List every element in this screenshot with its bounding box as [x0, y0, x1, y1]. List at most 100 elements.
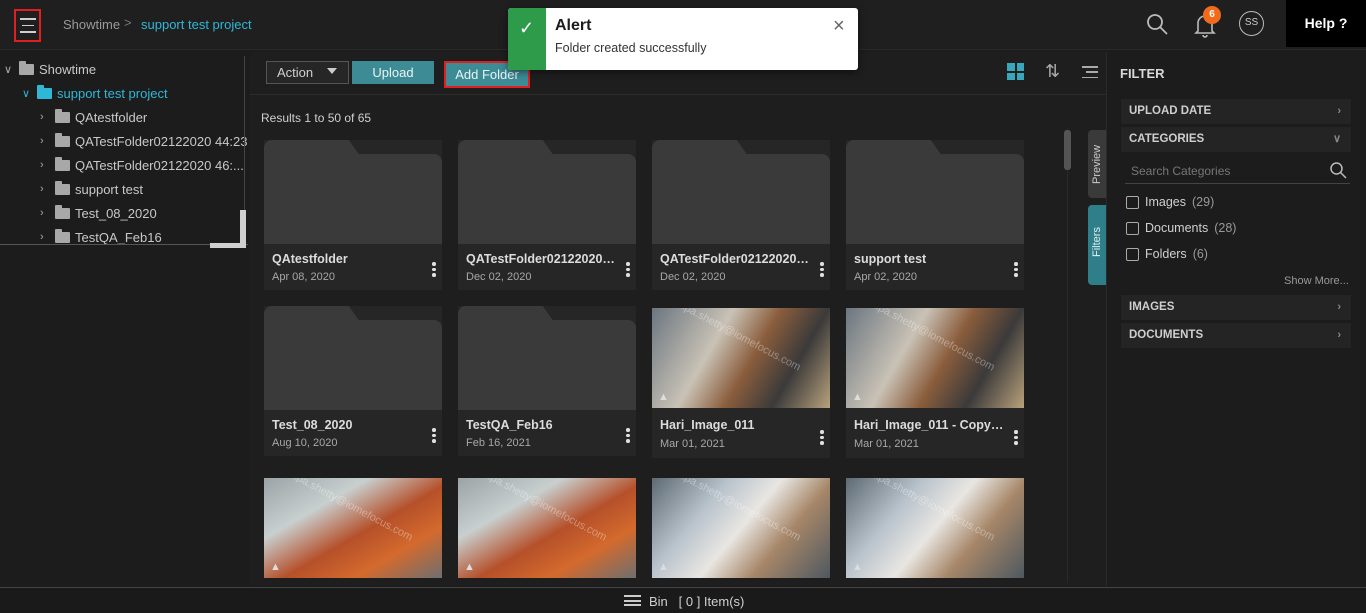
- tree-item[interactable]: › QAtestfolder: [40, 107, 147, 127]
- folder-card[interactable]: TestQA_Feb16 Feb 16, 2021: [458, 306, 636, 456]
- sort-icon[interactable]: ⇅: [1045, 61, 1060, 82]
- avatar[interactable]: SS: [1239, 11, 1264, 36]
- facet-categories[interactable]: CATEGORIES ∨: [1121, 127, 1351, 152]
- bin-label[interactable]: Bin [ 0 ] Item(s): [649, 594, 744, 609]
- main-scrollbar[interactable]: [1064, 130, 1071, 170]
- tree-scrollbar-horizontal[interactable]: [210, 243, 246, 248]
- chevron-right-icon: ›: [1337, 105, 1341, 117]
- watermark-text: shilpa.shetty@iomefocus.com: [667, 478, 803, 544]
- upload-button[interactable]: Upload: [352, 61, 434, 84]
- checkmark-icon: ✓: [519, 18, 535, 38]
- tree-root-label: Showtime: [39, 61, 97, 77]
- tab-preview[interactable]: Preview: [1088, 130, 1106, 198]
- tree-item[interactable]: › QATestFolder02122020 46:...: [40, 155, 244, 175]
- image-thumbnail: shilpa.shetty@iomefocus.com ▲: [652, 478, 830, 578]
- checkbox[interactable]: [1126, 221, 1139, 235]
- folder-thumbnail-icon: [458, 306, 636, 410]
- option-label: Folders: [1145, 247, 1187, 261]
- folder-card[interactable]: support test Apr 02, 2020: [846, 140, 1024, 290]
- caret-down-icon[interactable]: [327, 68, 337, 74]
- folder-card[interactable]: Test_08_2020 Aug 10, 2020: [264, 306, 442, 456]
- image-thumbnail: shilpa.shetty@iomefocus.com ▲: [458, 478, 636, 578]
- image-card[interactable]: shilpa.shetty@iomefocus.com ▲ Hari_Image…: [846, 308, 1024, 458]
- list-view-icon[interactable]: [1082, 66, 1098, 78]
- show-more-link[interactable]: Show More...: [1284, 275, 1349, 287]
- option-count: (6): [1192, 247, 1208, 261]
- menu-icon[interactable]: [624, 595, 641, 606]
- image-type-icon: ▲: [658, 391, 669, 403]
- card-date: Dec 02, 2020: [660, 271, 726, 283]
- tree-item-label: Test_08_2020: [75, 205, 157, 221]
- checkbox[interactable]: [1126, 195, 1139, 209]
- card-name: QATestFolder02122020 ...: [660, 252, 810, 266]
- chevron-right-icon[interactable]: ›: [40, 159, 50, 171]
- chevron-right-icon[interactable]: ›: [40, 111, 50, 123]
- checkbox[interactable]: [1126, 247, 1139, 261]
- chevron-right-icon[interactable]: ›: [40, 207, 50, 219]
- tree-item[interactable]: › Test_08_2020: [40, 203, 157, 223]
- search-icon[interactable]: [1145, 12, 1169, 36]
- tree-item-support-test-project[interactable]: ∨ support test project: [22, 83, 168, 103]
- watermark-text: shilpa.shetty@iomefocus.com: [667, 308, 803, 374]
- more-options-icon[interactable]: [432, 262, 436, 277]
- alert-toast: ✓ Alert Folder created successfully ×: [508, 8, 858, 70]
- more-options-icon[interactable]: [626, 428, 630, 443]
- image-card[interactable]: shilpa.shetty@iomefocus.com ▲ Hari_Image…: [652, 308, 830, 458]
- more-options-icon[interactable]: [820, 430, 824, 445]
- card-name: Hari_Image_011: [660, 418, 755, 432]
- facet-documents[interactable]: DOCUMENTS ›: [1121, 323, 1351, 348]
- tab-preview-label: Preview: [1091, 144, 1103, 184]
- option-count: (29): [1192, 195, 1215, 209]
- category-option-images[interactable]: Images (29): [1126, 194, 1214, 210]
- tree-item[interactable]: › QATestFolder02122020 44:23: [40, 131, 248, 151]
- folder-icon: [55, 108, 70, 123]
- image-card[interactable]: shilpa.shetty@iomefocus.com ▲: [652, 478, 830, 578]
- more-options-icon[interactable]: [1014, 262, 1018, 277]
- more-options-icon[interactable]: [820, 262, 824, 277]
- more-options-icon[interactable]: [626, 262, 630, 277]
- category-search-input[interactable]: [1125, 160, 1320, 182]
- hamburger-menu-icon[interactable]: [14, 9, 41, 42]
- image-type-icon: ▲: [852, 391, 863, 403]
- facet-upload-date[interactable]: UPLOAD DATE ›: [1121, 99, 1351, 124]
- chevron-right-icon[interactable]: ›: [40, 183, 50, 195]
- folder-icon: [55, 228, 70, 243]
- image-card[interactable]: shilpa.shetty@iomefocus.com ▲: [846, 478, 1024, 578]
- category-option-documents[interactable]: Documents (28): [1126, 220, 1236, 236]
- more-options-icon[interactable]: [432, 428, 436, 443]
- tab-filters[interactable]: Filters: [1088, 205, 1106, 285]
- facet-images[interactable]: IMAGES ›: [1121, 295, 1351, 320]
- card-date: Aug 10, 2020: [272, 437, 338, 449]
- card-name: QATestFolder02122020 ...: [466, 252, 616, 266]
- card-date: Mar 01, 2021: [660, 438, 725, 450]
- help-button[interactable]: Help ?: [1286, 0, 1366, 47]
- card-date: Mar 01, 2021: [854, 438, 919, 450]
- chevron-right-icon[interactable]: ›: [40, 135, 50, 147]
- more-options-icon[interactable]: [1014, 430, 1018, 445]
- chevron-right-icon[interactable]: ›: [40, 231, 50, 243]
- image-card[interactable]: shilpa.shetty@iomefocus.com ▲: [264, 478, 442, 578]
- option-label: Documents: [1145, 221, 1209, 235]
- tree-root-showtime[interactable]: ∨ Showtime: [4, 59, 96, 79]
- chevron-down-icon[interactable]: ∨: [22, 87, 32, 100]
- grid-view-icon[interactable]: [1007, 63, 1024, 80]
- breadcrumb-root[interactable]: Showtime: [63, 17, 120, 32]
- chevron-right-icon: ›: [1337, 329, 1341, 341]
- tree-item-label: QATestFolder02122020 46:...: [75, 157, 244, 173]
- bin-title: Bin: [649, 594, 668, 609]
- folder-card[interactable]: QAtestfolder Apr 08, 2020: [264, 140, 442, 290]
- facet-label: UPLOAD DATE: [1129, 105, 1212, 117]
- folder-card[interactable]: QATestFolder02122020 ... Dec 02, 2020: [458, 140, 636, 290]
- card-date: Dec 02, 2020: [466, 271, 532, 283]
- category-option-folders[interactable]: Folders (6): [1126, 246, 1208, 262]
- tree-item[interactable]: › support test: [40, 179, 143, 199]
- image-card[interactable]: shilpa.shetty@iomefocus.com ▲: [458, 478, 636, 578]
- folder-card[interactable]: QATestFolder02122020 ... Dec 02, 2020: [652, 140, 830, 290]
- breadcrumb-current[interactable]: support test project: [141, 17, 252, 32]
- filter-title: FILTER: [1120, 66, 1165, 81]
- search-icon[interactable]: [1329, 161, 1347, 179]
- folder-thumbnail-icon: [264, 306, 442, 410]
- chevron-down-icon[interactable]: ∨: [4, 63, 14, 76]
- tree-project-label: support test project: [57, 85, 168, 101]
- close-icon[interactable]: ×: [833, 16, 845, 36]
